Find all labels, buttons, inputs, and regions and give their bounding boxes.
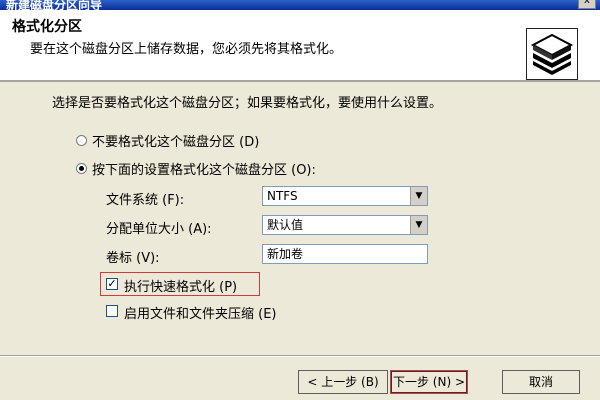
filesystem-value: NTFS xyxy=(267,189,298,203)
chevron-down-icon[interactable]: ▼ xyxy=(410,187,427,205)
page-subtitle: 要在这个磁盘分区上储存数据，您必须先将其格式化。 xyxy=(30,42,343,57)
volume-label-input[interactable]: 新加卷 xyxy=(262,244,428,264)
instruction-text: 选择是否要格式化这个磁盘分区；如果要格式化，要使用什么设置。 xyxy=(52,96,443,111)
format-label[interactable]: 按下面的设置格式化这个磁盘分区 (O): xyxy=(92,159,316,178)
disk-stack-icon xyxy=(526,28,578,80)
compression-checkbox[interactable] xyxy=(106,305,118,317)
footer-divider xyxy=(0,355,600,357)
filesystem-select[interactable]: NTFS ▼ xyxy=(262,186,428,206)
filesystem-label: 文件系统 (F): xyxy=(106,193,185,208)
volume-label-label: 卷标 (V): xyxy=(106,251,160,266)
format-partition-dialog: 新建磁盘分区向导 x 格式化分区 要在这个磁盘分区上储存数据，您必须先将其格式化… xyxy=(0,0,600,400)
close-icon[interactable]: x xyxy=(578,0,596,9)
no-format-label[interactable]: 不要格式化这个磁盘分区 (D) xyxy=(92,131,259,150)
next-button[interactable]: 下一步 (N) > xyxy=(390,370,468,394)
alloc-unit-value: 默认值 xyxy=(267,218,304,232)
page-title: 格式化分区 xyxy=(12,19,82,35)
alloc-unit-select[interactable]: 默认值 ▼ xyxy=(262,215,428,235)
title-bar: 新建磁盘分区向导 x xyxy=(0,0,600,12)
cancel-button[interactable]: 取消 xyxy=(502,370,580,394)
wizard-header: 格式化分区 要在这个磁盘分区上储存数据，您必须先将其格式化。 xyxy=(0,10,600,82)
quick-format-checkbox[interactable]: ✓ xyxy=(106,278,118,290)
back-button[interactable]: < 上一步 (B) xyxy=(298,370,388,394)
alloc-unit-label: 分配单位大小 (A): xyxy=(106,222,212,237)
no-format-radio[interactable] xyxy=(76,135,87,146)
format-radio[interactable] xyxy=(76,163,87,174)
quick-format-label[interactable]: 执行快速格式化 (P) xyxy=(124,276,237,295)
compression-label[interactable]: 启用文件和文件夹压缩 (E) xyxy=(124,303,277,322)
chevron-down-icon[interactable]: ▼ xyxy=(410,216,427,234)
